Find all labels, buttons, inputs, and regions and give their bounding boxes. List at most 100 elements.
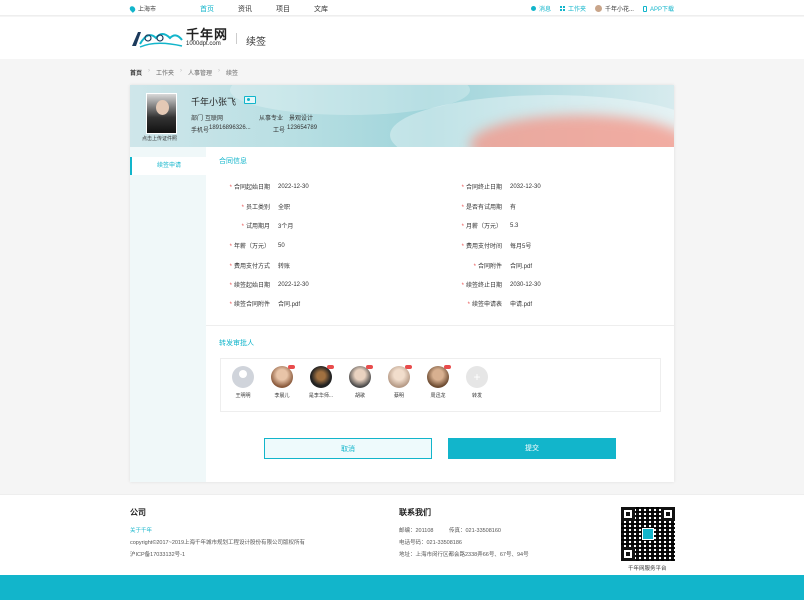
logo-icon [642,528,654,540]
approver-item[interactable]: 是李华师... [304,365,338,399]
field-value[interactable]: 2032-12-30 [510,184,541,190]
field-value[interactable]: 申请.pdf [510,299,532,308]
workbench-link[interactable]: 工作夹 [559,4,586,13]
logo-domain: 1000dpt.com [186,41,221,47]
field-renewal-end: * 续签终止日期 2030-12-30 [461,281,541,290]
remove-badge[interactable] [444,365,451,369]
field-value[interactable]: 2030-12-30 [510,282,541,288]
postcode-text: 邮编：201108 [399,528,434,534]
submit-button[interactable]: 提交 [448,438,616,459]
sidebar-item-renewal[interactable]: 续签申请 [130,157,206,175]
field-value[interactable]: 转账 [278,261,290,270]
icp-text[interactable]: 沪ICP备17033132号-1 [130,550,185,558]
field-probation-months: * 试用期月 3个月 [210,221,294,230]
app-download-link[interactable]: APP下载 [642,4,674,13]
messages-link[interactable]: 消息 [530,4,551,13]
qr-code [621,507,675,561]
workbench-label: 工作夹 [567,7,586,13]
profile-name: 千年小张飞 [191,97,237,107]
field-has-probation: * 是否有试用期有 [442,202,516,211]
field-monthly-salary: * 月薪（万元） 5.3 [461,222,519,231]
approver-name: 李晨儿 [274,393,290,399]
breadcrumb-hr[interactable]: 人事管理 [188,68,212,77]
field-value[interactable]: 合同.pdf [278,299,300,308]
field-employee-type: * 员工类别 全职 [210,202,290,211]
chevron-right-icon: › [218,68,221,74]
field-renewal-attachment: * 续签合同附件 合同.pdf [210,299,300,308]
field-label: 合同起始日期 [233,185,270,191]
approver-item[interactable]: 李晨儿 [265,365,299,399]
breadcrumb-workbench[interactable]: 工作夹 [156,68,174,77]
breadcrumb-current: 续签 [226,71,239,77]
avatar [388,365,412,388]
field-value[interactable]: 2022-12-30 [278,282,309,288]
chevron-right-icon: › [148,68,151,74]
field-value[interactable]: 每月5号 [510,241,531,250]
phone-label: 手机号 [191,128,210,134]
location-pin-icon [128,4,137,13]
nav-news[interactable]: 资讯 [238,4,276,14]
add-approver-button[interactable]: + 转发 [460,366,494,399]
section-divider [206,325,674,326]
field-value[interactable]: 5.3 [510,223,518,229]
remove-badge[interactable] [366,365,373,369]
user-name: 千年小花... [604,7,634,13]
approver-list: 王明明 李晨儿 是李华师... 胡歌 蔡明 周迅龙 + 转发 [220,358,661,412]
approver-item[interactable]: 蔡明 [382,365,416,399]
chevron-right-icon: › [180,68,183,74]
nav-home[interactable]: 首页 [200,4,238,14]
user-menu[interactable]: 千年小花... [594,4,634,13]
profile-row-phone: 手机号 18916896326... 工号 123654789 [191,125,343,134]
breadcrumb-home[interactable]: 首页 [130,68,142,77]
field-value[interactable]: 50 [278,243,285,249]
logo-name: 千年网 [186,27,229,42]
cancel-button[interactable]: 取消 [264,438,432,459]
location-selector[interactable]: 上海市 [128,4,156,13]
field-label: 费用支付时间 [465,244,502,250]
site-header: 千年网 1000dpt.com 续签 [0,17,804,59]
about-link[interactable]: 关于千年 [130,526,152,534]
phone-text: 电话号码：021-33508186 [399,540,462,546]
field-contract-attachment: * 合同附件 合同.pdf [442,261,532,270]
field-label: 年薪（万元） [233,244,270,250]
field-label: 是否有试用期 [465,205,502,211]
app-download-label: APP下载 [649,7,674,13]
remove-badge[interactable] [405,365,412,369]
field-label: 续签终止日期 [465,283,502,289]
approver-name: 周迅龙 [430,393,446,399]
field-value[interactable]: 3个月 [278,221,293,230]
approvers-section-title: 转发审批人 [219,340,254,347]
field-label: 合同附件 [477,264,502,270]
breadcrumb: 首页 › 工作夹 › 人事管理 › 续签 [130,68,238,77]
top-bar: 上海市 首页 资讯 项目 文库 消息 工作夹 千年小花... APP下载 [0,0,804,16]
field-value[interactable]: 2022-12-30 [278,184,309,190]
field-renewal-start: * 续签起始日期 2022-12-30 [229,281,309,290]
remove-badge[interactable] [288,365,295,369]
employee-id-label: 工号 [273,128,286,134]
remove-badge[interactable] [327,365,334,369]
qr-caption: 千年网服务平台 [628,566,667,572]
photo-upload-hint[interactable]: 点击上传证件照 [142,135,177,142]
renewal-card: 点击上传证件照 千年小张飞 部门 互联网 从事专业 景观设计 手机号 18916… [130,85,674,482]
field-label: 员工类别 [245,205,270,211]
plus-icon: + [466,366,488,388]
nav-library[interactable]: 文库 [314,4,352,14]
field-value[interactable]: 合同.pdf [510,261,532,270]
id-photo-upload[interactable] [146,93,177,134]
nav-projects[interactable]: 项目 [276,4,314,14]
approver-item[interactable]: 周迅龙 [421,365,455,399]
avatar [271,365,295,388]
approver-item[interactable]: 胡歌 [343,365,377,399]
logo-icon[interactable] [130,28,184,48]
field-renewal-form: * 续签申请表 申请.pdf [442,299,532,308]
side-menu: 续签申请 [130,147,206,482]
dept-label: 部门 [191,116,204,122]
field-annual-salary: * 年薪（万元） 50 [229,242,285,251]
messages-label: 消息 [538,7,551,13]
field-label: 费用支付方式 [233,264,270,270]
field-value[interactable]: 有 [510,202,516,211]
approver-item[interactable]: 王明明 [226,366,260,399]
profile-row-dept: 部门 互联网 从事专业 景观设计 [191,113,345,122]
field-value[interactable]: 全职 [278,202,290,211]
bottom-bar [0,575,804,600]
